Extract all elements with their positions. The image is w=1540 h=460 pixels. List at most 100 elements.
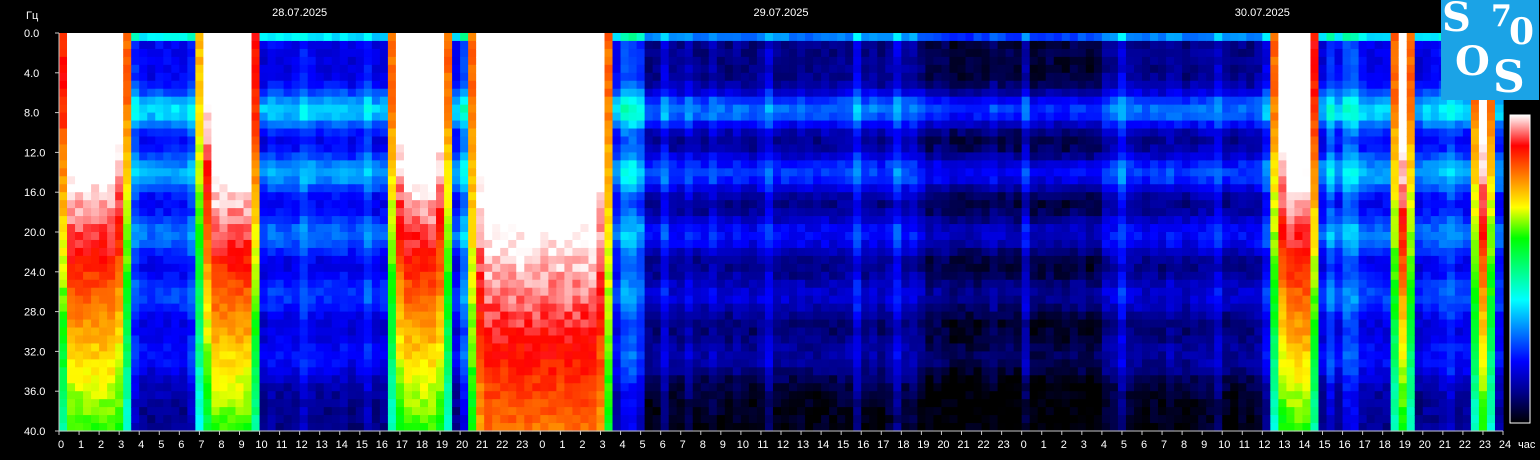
heatmap-cell [789,319,798,329]
heatmap-cell [323,415,333,424]
heatmap-cell [403,271,413,281]
heatmap-cell [700,351,710,360]
heatmap-cell [668,351,678,360]
heatmap-cell [147,200,156,209]
heatmap-cell [516,224,525,233]
heatmap-cell [660,160,670,169]
heatmap-cell [235,112,245,122]
heatmap-cell [813,216,822,225]
heatmap-cell [644,120,654,130]
heatmap-cell [339,391,349,400]
heatmap-cell [323,192,333,201]
heatmap-cell [620,327,630,337]
heatmap-cell [243,184,253,193]
heatmap-cell [548,224,557,233]
heatmap-cell [420,375,429,384]
heatmap-cell [275,255,285,265]
heatmap-cell [644,80,654,90]
heatmap-cell [548,343,557,352]
heatmap-cell [604,415,614,424]
heatmap-cell [67,112,76,122]
heatmap-cell [339,367,349,376]
heatmap-cell [692,176,702,185]
heatmap-cell [155,423,164,432]
heatmap-cell [83,232,92,241]
heatmap-cell [476,335,485,345]
heatmap-cell [275,415,285,424]
heatmap-cell [428,144,437,153]
heatmap-cell [452,136,461,146]
heatmap-cell [740,415,750,424]
heatmap-cell [516,287,525,297]
heatmap-cell [444,407,453,416]
heatmap-cell [155,160,164,169]
heatmap-cell [387,335,397,345]
heatmap-cell [612,407,622,416]
heatmap-cell [548,327,557,337]
heatmap-cell [460,136,469,146]
heatmap-cell [805,295,814,305]
heatmap-cell [813,88,822,98]
heatmap-cell [83,144,92,153]
heatmap-cell [845,375,854,384]
heatmap-cell [339,287,349,297]
heatmap-cell [837,399,846,408]
heatmap-cell [516,375,525,384]
heatmap-cell [339,279,349,289]
heatmap-cell [428,407,437,416]
heatmap-cell [821,367,830,376]
heatmap-cell [299,247,309,257]
heatmap-cell [363,303,373,313]
heatmap-cell [564,200,574,209]
heatmap-cell [668,40,678,50]
heatmap-cell [75,104,84,114]
heatmap-cell [789,96,798,106]
heatmap-cell [476,359,485,368]
heatmap-cell [676,120,686,130]
heatmap-cell [387,144,397,153]
heatmap-cell [99,48,108,58]
heatmap-cell [564,407,574,416]
heatmap-cell [692,327,702,337]
heatmap-cell [379,343,389,352]
heatmap-cell [829,112,838,122]
heatmap-cell [612,160,622,169]
heatmap-cell [155,255,164,265]
heatmap-cell [363,351,373,360]
heatmap-cell [797,144,806,153]
heatmap-cell [323,208,333,217]
heatmap-cell [636,144,646,153]
heatmap-cell [267,375,277,384]
heatmap-cell [484,271,493,281]
heatmap-cell [163,136,172,146]
heatmap-cell [564,176,574,185]
heatmap-cell [837,120,846,130]
heatmap-cell [628,279,638,289]
heatmap-cell [83,80,92,90]
heatmap-cell [131,176,140,185]
heatmap-cell [692,72,702,82]
heatmap-cell [387,263,397,273]
heatmap-cell [644,359,654,368]
heatmap-cell [235,375,245,384]
heatmap-cell [740,112,750,122]
heatmap-cell [652,40,662,50]
heatmap-cell [772,311,782,321]
heatmap-cell [668,168,678,177]
heatmap-cell [781,415,790,424]
heatmap-cell [411,399,421,408]
heatmap-cell [291,391,301,400]
heatmap-cell [484,224,493,233]
heatmap-cell [444,80,453,90]
heatmap-cell [556,48,565,58]
heatmap-cell [291,279,301,289]
heatmap-cell [740,407,750,416]
heatmap-cell [251,33,261,42]
heatmap-cell [636,359,646,368]
heatmap-cell [764,423,774,432]
heatmap-cell [556,80,565,90]
heatmap-cell [323,279,333,289]
heatmap-cell [748,144,758,153]
heatmap-cell [267,383,277,392]
heatmap-cell [299,335,309,345]
